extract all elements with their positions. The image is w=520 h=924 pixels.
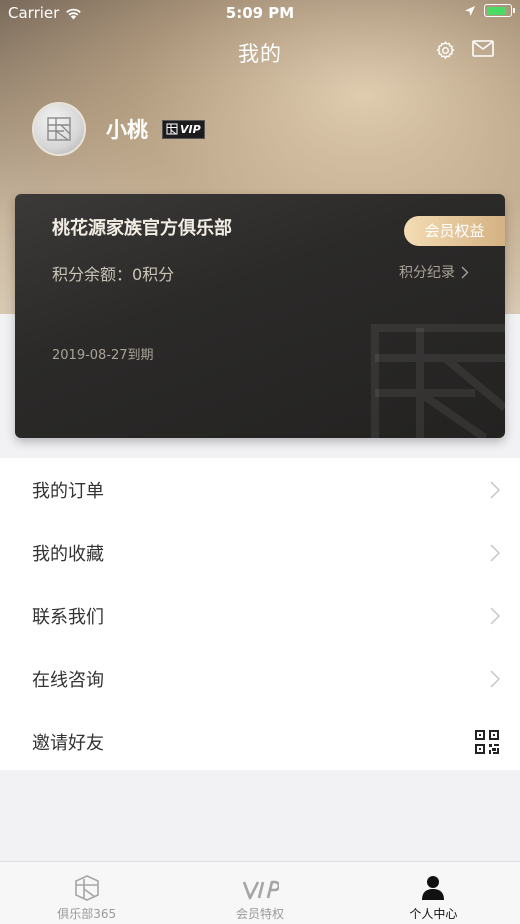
battery-fill (486, 6, 507, 15)
menu-item-label: 我的收藏 (32, 543, 104, 565)
chevron-right-icon (490, 544, 500, 561)
menu-item-contact-us[interactable]: 联系我们 (0, 584, 520, 647)
membership-expiry: 2019-08-27到期 (52, 348, 154, 363)
club-name: 桃花源家族官方俱乐部 (52, 218, 232, 239)
tab-member-privileges[interactable]: 会员特权 (173, 862, 346, 924)
avatar[interactable] (32, 102, 86, 156)
location-arrow-icon (465, 5, 475, 16)
menu-list: 我的订单 我的收藏 联系我们 在线咨询 邀请好友 (0, 458, 520, 770)
vip-badge: VIP (162, 119, 205, 139)
menu-item-my-favorites[interactable]: 我的收藏 (0, 521, 520, 584)
chevron-right-icon (490, 670, 500, 687)
menu-item-label: 联系我们 (32, 606, 104, 628)
qr-code-icon[interactable] (474, 729, 500, 755)
username: 小桃 (106, 118, 148, 142)
clock: 5:09 PM (225, 4, 295, 22)
mail-icon[interactable] (472, 40, 494, 57)
chevron-right-icon (490, 607, 500, 624)
menu-item-invite-friends[interactable]: 邀请好友 (0, 710, 520, 773)
chevron-right-icon (490, 481, 500, 498)
club-watermark-icon (371, 324, 505, 438)
points-history-link[interactable]: 积分纪录 (399, 262, 469, 282)
menu-item-my-orders[interactable]: 我的订单 (0, 458, 520, 521)
club-logo-icon (166, 123, 178, 135)
settings-gear-icon[interactable] (435, 40, 456, 61)
person-icon (422, 876, 445, 900)
tab-label: 个人中心 (409, 907, 458, 921)
tab-club365[interactable]: 俱乐部365 (0, 862, 173, 924)
profile-section: 小桃 VIP (32, 102, 205, 156)
tab-label: 会员特权 (235, 907, 284, 921)
club-logo-icon (47, 117, 71, 141)
tab-label: 俱乐部365 (57, 907, 117, 921)
status-bar: Carrier 5:09 PM (0, 0, 520, 28)
tab-personal-center[interactable]: 个人中心 (347, 862, 520, 924)
club-logo-icon (74, 875, 99, 901)
battery-icon (484, 4, 515, 17)
points-balance: 积分余额：0积分 (52, 265, 175, 284)
chevron-right-icon (461, 266, 469, 278)
vip-icon (242, 880, 279, 900)
menu-item-label: 我的订单 (32, 480, 104, 502)
points-history-label: 积分纪录 (399, 265, 455, 281)
tab-bar: 俱乐部365 会员特权 个人中心 (0, 861, 520, 924)
menu-item-label: 在线咨询 (32, 669, 104, 691)
vip-badge-label: VIP (180, 122, 201, 136)
member-benefits-button[interactable]: 会员权益 (404, 216, 505, 246)
menu-item-online-consult[interactable]: 在线咨询 (0, 647, 520, 710)
menu-item-label: 邀请好友 (32, 732, 104, 754)
membership-card: 桃花源家族官方俱乐部 会员权益 积分余额：0积分 积分纪录 2019-08-27… (15, 194, 505, 438)
